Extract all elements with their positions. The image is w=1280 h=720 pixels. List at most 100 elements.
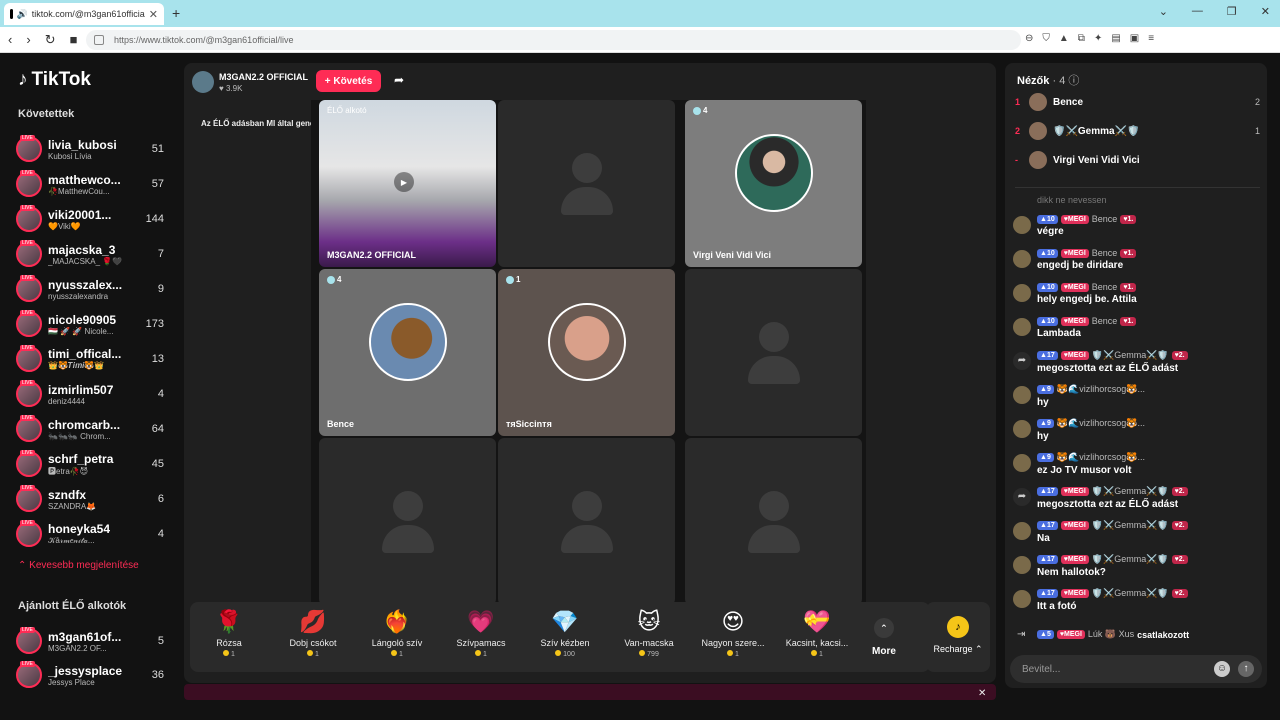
- viewer-row[interactable]: - Virgi Veni Vidi Vici: [1015, 149, 1260, 171]
- host-avatar[interactable]: [192, 71, 214, 93]
- rewards-icon[interactable]: ▲: [1059, 33, 1069, 44]
- more-gifts-button[interactable]: ⌃ More: [872, 618, 896, 657]
- user-placeholder-icon: [747, 490, 800, 553]
- chat-message: ▲10 ♥MEGI Bence ♥1. végre: [1013, 214, 1263, 237]
- site-info-icon[interactable]: [94, 35, 104, 45]
- megi-value: MEGI: [1067, 556, 1086, 563]
- following-item[interactable]: LIVE timi_offical... 👑🐯𝑻𝒊𝒎𝒊🐯👑 13: [16, 343, 164, 375]
- recharge-button[interactable]: ♪ Recharge ⌃: [926, 602, 990, 672]
- gift-item[interactable]: 💗 Szívpamacs 1: [442, 608, 520, 658]
- play-icon[interactable]: ▶: [394, 172, 414, 192]
- host-video-cell[interactable]: ÉLŐ alkotó ▶ M3GAN2.2 OFFICIAL: [319, 100, 496, 267]
- chat-username[interactable]: 🛡️⚔️Gemma⚔️🛡️: [1092, 486, 1169, 497]
- chat-username[interactable]: 🛡️⚔️Gemma⚔️🛡️: [1092, 588, 1169, 599]
- info-icon[interactable]: ⓘ: [1068, 75, 1079, 87]
- gift-price-value: 1: [231, 651, 235, 658]
- gift-item[interactable]: 🌹 Rózsa 1: [190, 608, 268, 658]
- viewer-row[interactable]: 1 Bence 2: [1015, 91, 1260, 113]
- chat-username[interactable]: 🛡️⚔️Gemma⚔️🛡️: [1092, 350, 1169, 361]
- bookmark-icon[interactable]: ■: [70, 32, 78, 48]
- share-icon[interactable]: ➦: [394, 73, 404, 87]
- level-badge: ▲17: [1037, 351, 1058, 360]
- chat-username[interactable]: 🛡️⚔️Gemma⚔️🛡️: [1092, 520, 1169, 531]
- tiktok-logo[interactable]: ♪ TikTok: [18, 69, 91, 91]
- send-icon[interactable]: ↑: [1238, 661, 1254, 677]
- reload-button[interactable]: ↻: [45, 32, 56, 48]
- following-item[interactable]: LIVE nyusszalex... nyusszalexandra 9: [16, 273, 164, 305]
- follow-button[interactable]: + Követés: [316, 70, 381, 92]
- user-placeholder-icon: [747, 321, 800, 384]
- extension-icon[interactable]: ⧉: [1078, 33, 1085, 44]
- following-item[interactable]: LIVE livia_kubosi Kubosi Lívia 51: [16, 133, 164, 165]
- guest-cell[interactable]: 4 Virgi Veni Vidi Vici: [685, 100, 862, 267]
- following-item[interactable]: LIVE viki20001... 🧡Viki🧡 144: [16, 203, 164, 235]
- close-window-button[interactable]: ✕: [1261, 5, 1270, 18]
- left-sidebar: ♪ TikTok Követettek LIVE livia_kubosi Kubo…: [0, 53, 172, 720]
- sidebar-toggle-icon[interactable]: ▤: [1111, 33, 1120, 44]
- close-tab-icon[interactable]: ✕: [149, 8, 158, 21]
- rank-value: 1.: [1127, 283, 1134, 291]
- chat-input[interactable]: Bevitel... ☺ ↑: [1010, 655, 1262, 683]
- close-banner-icon[interactable]: ✕: [978, 688, 986, 699]
- following-title: Követettek: [18, 108, 75, 120]
- following-item[interactable]: LIVE schrf_petra 🅿etra🥀😈 45: [16, 448, 164, 480]
- empty-guest-slot[interactable]: [319, 438, 496, 605]
- following-item[interactable]: LIVE nicole90905 🇭🇺 🚀 🚀 Nicole... 173: [16, 308, 164, 340]
- chevron-down-icon[interactable]: ⌄: [1159, 5, 1168, 18]
- gift-item[interactable]: 😍 Nagyon szere... 1: [694, 608, 772, 658]
- guest-cell[interactable]: 4 Bence: [319, 269, 496, 436]
- following-item[interactable]: LIVE chromcarb... 🐜🐜🐜 Chrom... 64: [16, 413, 164, 445]
- chat-meta: ▲10 ♥MEGI Bence ♥1.: [1037, 282, 1263, 292]
- following-item[interactable]: LIVE szndfx SZANDRA🦊 6: [16, 483, 164, 515]
- chat-username[interactable]: 🛡️⚔️Gemma⚔️🛡️: [1092, 554, 1169, 565]
- rank-badge: ♥2.: [1171, 555, 1188, 564]
- avatar: LIVE: [16, 205, 42, 232]
- empty-guest-slot[interactable]: [685, 269, 862, 436]
- following-item[interactable]: LIVE matthewco... 🥀MatthewCou... 57: [16, 168, 164, 200]
- minimize-button[interactable]: —: [1192, 5, 1203, 18]
- gift-item[interactable]: 💋 Dobj csókot 1: [274, 608, 352, 658]
- empty-guest-slot[interactable]: [498, 100, 675, 267]
- chat-username[interactable]: 🐯🌊vizlihorcsog🐯...: [1057, 452, 1145, 463]
- wallet-icon[interactable]: ▣: [1130, 33, 1139, 44]
- recommended-item[interactable]: LIVE _jessysplace Jessys Place 36: [16, 659, 164, 691]
- gift-item[interactable]: 💝 Kacsint, kacsi... 1: [778, 608, 856, 658]
- url-field[interactable]: https://www.tiktok.com/@m3gan61official/…: [86, 30, 1021, 50]
- gift-item[interactable]: 🐱 Van-macska 799: [610, 608, 688, 658]
- menu-icon[interactable]: ≡: [1148, 33, 1154, 44]
- viewer-row[interactable]: 2 🛡️⚔️Gemma⚔️🛡️ 1: [1015, 120, 1260, 142]
- gift-item[interactable]: 💎 Szív kézben 100: [526, 608, 604, 658]
- following-item[interactable]: LIVE izmirlim507 deniz4444 4: [16, 378, 164, 410]
- restore-button[interactable]: ❐: [1227, 5, 1237, 18]
- zoom-icon[interactable]: ⊖: [1025, 33, 1033, 44]
- chat-username[interactable]: Bence: [1092, 316, 1118, 326]
- host-name[interactable]: M3GAN2.2 OFFICIAL: [219, 72, 308, 82]
- emoji-icon[interactable]: ☺: [1214, 661, 1230, 677]
- viewer-count: 13: [151, 353, 164, 365]
- puzzle-icon[interactable]: ✦: [1094, 33, 1102, 44]
- gift-price: 1: [442, 650, 520, 658]
- chat-username[interactable]: Bence: [1092, 214, 1118, 224]
- chat-username[interactable]: 🐯🌊vizlihorcsog🐯...: [1057, 384, 1145, 395]
- new-tab-button[interactable]: +: [172, 5, 180, 21]
- empty-guest-slot[interactable]: [498, 438, 675, 605]
- brave-shield-icon[interactable]: ⛉: [1042, 33, 1050, 44]
- following-name: izmirlim507: [48, 382, 114, 397]
- show-less-button[interactable]: ⌃ Kevesebb megjelenítése: [18, 560, 139, 571]
- rank-value: 2.: [1178, 556, 1185, 563]
- chat-username[interactable]: Bence: [1092, 282, 1118, 292]
- join-user[interactable]: Lúk 🐻 Xus: [1088, 629, 1134, 640]
- following-names: nyusszalex... nyusszalexandra: [48, 278, 154, 301]
- forward-button[interactable]: ›: [26, 32, 30, 48]
- back-button[interactable]: ‹: [8, 32, 12, 48]
- recommended-item[interactable]: LIVE m3gan61of... M3GAN2.2 OF... 5: [16, 625, 164, 657]
- browser-tab[interactable]: 🔊 tiktok.com/@m3gan61officia ✕: [4, 3, 164, 25]
- empty-guest-slot[interactable]: [685, 438, 862, 605]
- gift-item[interactable]: ❤️‍🔥 Lángoló szív 1: [358, 608, 436, 658]
- guest-cell[interactable]: 1 тяSiccinтя: [498, 269, 675, 436]
- following-item[interactable]: LIVE majacska_3 _MAJACSKA_ 🌹🖤 7: [16, 238, 164, 270]
- chat-text: hy: [1037, 397, 1049, 408]
- chat-username[interactable]: 🐯🌊vizlihorcsog🐯...: [1057, 418, 1145, 429]
- following-item[interactable]: LIVE honeyka54 𝒦á𝓇𝓂𝑒𝓃𝒾𝓉𝒶... 4: [16, 518, 164, 550]
- chat-username[interactable]: Bence: [1092, 248, 1118, 258]
